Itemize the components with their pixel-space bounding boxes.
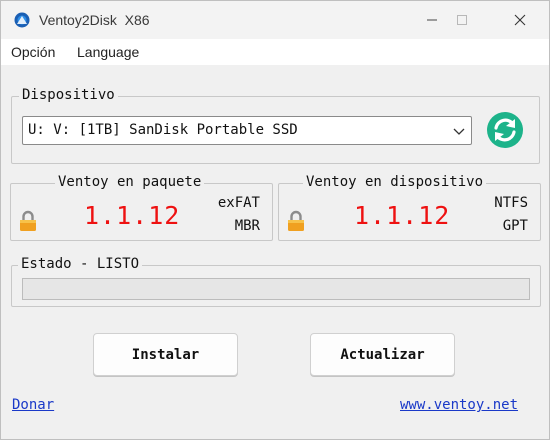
donate-link[interactable]: Donar: [12, 397, 54, 413]
device-select-value: U: V: [1TB] SanDisk Portable SSD: [28, 122, 298, 138]
package-filesystem: exFAT: [217, 195, 260, 211]
maximize-button[interactable]: [439, 1, 485, 39]
ventoy-app-icon: [14, 12, 30, 28]
website-link[interactable]: www.ventoy.net: [400, 397, 518, 413]
device-group: Dispositivo U: V: [1TB] SanDisk Portable…: [11, 87, 540, 164]
device-version: 1.1.12: [354, 201, 451, 230]
device-partition-style: GPT: [502, 218, 528, 234]
status-label: Estado - LISTO: [18, 256, 143, 272]
device-group-label: Dispositivo: [19, 87, 118, 103]
device-version-group: Ventoy en dispositivo 1.1.12 NTFS GPT: [278, 174, 541, 241]
update-button[interactable]: Actualizar: [310, 333, 455, 376]
window-title: Ventoy2Disk X86: [39, 12, 150, 28]
device-select[interactable]: U: V: [1TB] SanDisk Portable SSD: [22, 116, 472, 145]
device-version-group-label: Ventoy en dispositivo: [303, 174, 487, 190]
lock-icon: [288, 210, 304, 231]
device-filesystem: NTFS: [494, 195, 528, 211]
package-version: 1.1.12: [84, 201, 181, 230]
package-version-group: Ventoy en paquete 1.1.12 exFAT MBR: [10, 174, 273, 241]
lock-icon: [20, 210, 36, 231]
minimize-icon: [427, 19, 437, 21]
close-icon: [514, 14, 526, 26]
status-group: Estado - LISTO: [11, 256, 541, 307]
install-button[interactable]: Instalar: [93, 333, 238, 376]
package-group-label: Ventoy en paquete: [55, 174, 205, 190]
chevron-down-icon: [453, 128, 465, 135]
progress-bar: [22, 278, 530, 300]
menu-bar: Opción Language: [1, 39, 549, 65]
close-button[interactable]: [497, 1, 543, 39]
ventoy2disk-window: Ventoy2Disk X86 Opción Language Disposit…: [0, 0, 550, 440]
menu-language[interactable]: Language: [77, 44, 139, 60]
package-partition-style: MBR: [234, 218, 260, 234]
title-bar[interactable]: Ventoy2Disk X86: [1, 1, 549, 39]
refresh-icon[interactable]: [486, 111, 524, 149]
menu-opcion[interactable]: Opción: [11, 44, 55, 60]
maximize-icon: [457, 15, 467, 25]
